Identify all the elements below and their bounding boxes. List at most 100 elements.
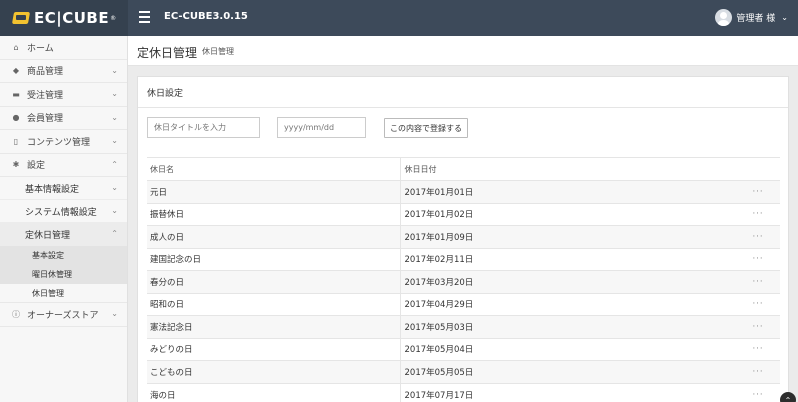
table-row: 元日 2017年01月01日 ··· [147,180,780,203]
sidebar-item-members[interactable]: ● 会員管理 ⌄ [0,107,127,130]
sidebar-item-orders[interactable]: ▬ 受注管理 ⌄ [0,83,127,107]
sidebar-item-holiday-basic[interactable]: 基本設定 [0,246,127,265]
chevron-down-icon: ⌄ [781,13,788,22]
top-bar: EC|CUBE ® EC-CUBE3.0.15 管理者 様 ⌄ [0,0,798,36]
row-menu-icon[interactable]: ··· [733,270,780,293]
chevron-down-icon: ⌄ [111,112,118,122]
row-menu-icon[interactable]: ··· [733,247,780,271]
table-header-row: 休日名 休日日付 [147,157,780,181]
holiday-name: 昭和の日 [147,292,401,316]
row-menu-icon[interactable]: ··· [733,315,780,338]
users-icon: ● [12,113,20,123]
holiday-title-input[interactable] [147,117,260,138]
holiday-name: 憲法記念日 [147,315,401,338]
sidebar-item-system-info[interactable]: システム情報設定 ⌄ [0,200,127,223]
sidebar-item-label: 定休日管理 [25,230,71,241]
file-icon: ▯ [13,136,19,146]
row-menu-icon[interactable]: ··· [733,180,780,203]
sidebar-item-contents[interactable]: ▯ コンテンツ管理 ⌄ [0,130,127,154]
row-menu-icon[interactable]: ··· [733,337,780,361]
column-header-actions [733,157,780,181]
holiday-name: 元日 [147,180,401,203]
chevron-up-icon: ⌃ [111,229,118,238]
holiday-date: 2017年04月29日 [400,292,733,316]
page-subtitle: 休日管理 [202,47,234,56]
chevron-down-icon: ⌄ [111,136,118,145]
holiday-name: 振替休日 [147,202,401,226]
sidebar: ⌂ ホーム ◆ 商品管理 ⌄ ▬ 受注管理 ⌄ ● 会員管理 ⌄ ▯ コンテンツ… [0,36,128,402]
sidebar-item-products[interactable]: ◆ 商品管理 ⌄ [0,60,127,83]
holiday-date: 2017年05月05日 [400,360,733,383]
holiday-date: 2017年07月17日 [400,382,733,402]
table-row: みどりの日 2017年05月04日 ··· [147,337,780,361]
page-header: 定休日管理 休日管理 [128,36,798,66]
register-button[interactable]: この内容で登録する [384,118,468,138]
holiday-date-input[interactable] [277,117,366,138]
table-row: 振替休日 2017年01月02日 ··· [147,202,780,226]
column-header-name: 休日名 [147,157,401,181]
gear-icon: ✱ [12,160,20,170]
table-row: 建国記念の日 2017年02月11日 ··· [147,247,780,271]
sidebar-item-label: 休日管理 [32,288,64,298]
sidebar-item-basic-info[interactable]: 基本情報設定 ⌄ [0,177,127,200]
sidebar-item-label: 曜日休管理 [32,270,72,279]
holiday-date: 2017年05月04日 [400,337,733,361]
holiday-name: 春分の日 [147,270,401,293]
chevron-down-icon: ⌄ [111,183,118,192]
row-menu-icon[interactable]: ··· [733,202,780,226]
table-row: 海の日 2017年07月17日 ··· [147,382,780,402]
holiday-name: みどりの日 [147,337,401,361]
info-icon: ⓘ [12,309,20,319]
user-menu[interactable]: 管理者 様 ⌄ [715,9,788,26]
sidebar-item-holiday-list[interactable]: 休日管理 [0,284,127,303]
chevron-up-icon: ⌃ [111,159,118,169]
table-row: 昭和の日 2017年04月29日 ··· [147,292,780,316]
chevron-down-icon: ⌄ [111,206,118,215]
logo-text: EC|CUBE [34,9,110,27]
chevron-down-icon: ⌄ [111,89,118,98]
holiday-date: 2017年01月02日 [400,202,733,226]
home-icon: ⌂ [13,42,19,52]
sidebar-item-weekday-holiday[interactable]: 曜日休管理 [0,265,127,284]
row-menu-icon[interactable]: ··· [733,292,780,316]
card-title: 休日設定 [138,77,788,108]
logo-mark-icon [12,11,30,25]
sidebar-item-label: 会員管理 [27,114,64,125]
holiday-date: 2017年02月11日 [400,247,733,271]
row-menu-icon[interactable]: ··· [733,382,780,402]
sidebar-item-owners-store[interactable]: ⓘ オーナーズストア ⌄ [0,303,127,327]
menu-toggle-icon[interactable] [139,11,150,23]
page-title: 定休日管理 [137,46,198,60]
sidebar-item-label: 設定 [27,161,46,172]
table-row: 憲法記念日 2017年05月03日 ··· [147,315,780,338]
holiday-name: 成人の日 [147,225,401,248]
cart-icon: ▬ [12,89,20,99]
sidebar-item-settings[interactable]: ✱ 設定 ⌃ [0,154,127,177]
table-row: 成人の日 2017年01月09日 ··· [147,225,780,248]
holiday-settings-card: 休日設定 この内容で登録する 休日名 休日日付 元日2017年01月01日···… [137,76,789,402]
sidebar-item-holiday-management[interactable]: 定休日管理 ⌃ [0,223,127,246]
holiday-date: 2017年01月01日 [400,180,733,203]
sidebar-item-label: 受注管理 [27,90,64,101]
scroll-to-top-icon[interactable]: ⌃ [780,392,796,402]
sidebar-item-label: オーナーズストア [27,310,99,321]
holiday-name: 建国記念の日 [147,247,401,271]
sidebar-item-label: コンテンツ管理 [27,137,91,148]
row-menu-icon[interactable]: ··· [733,360,780,383]
holiday-table: 休日名 休日日付 元日 2017年01月01日 ··· 振替休日 2017年01月02… [147,157,780,402]
holiday-date: 2017年01月09日 [400,225,733,248]
user-name: 管理者 様 [736,14,776,24]
row-menu-icon[interactable]: ··· [733,225,780,248]
sidebar-item-label: ホーム [27,43,54,54]
avatar [715,9,733,26]
holiday-name: 海の日 [147,382,401,402]
holiday-name: こどもの日 [147,360,401,383]
column-header-date: 休日日付 [400,157,733,181]
table-row: 春分の日 2017年03月20日 ··· [147,270,780,293]
logo[interactable]: EC|CUBE ® [0,0,128,36]
holiday-date: 2017年03月20日 [400,270,733,293]
sidebar-item-home[interactable]: ⌂ ホーム [0,36,127,60]
sidebar-item-label: 商品管理 [27,67,64,78]
holiday-date: 2017年05月03日 [400,315,733,338]
main-content: 定休日管理 休日管理 休日設定 この内容で登録する 休日名 休日日付 元日201… [128,36,798,402]
